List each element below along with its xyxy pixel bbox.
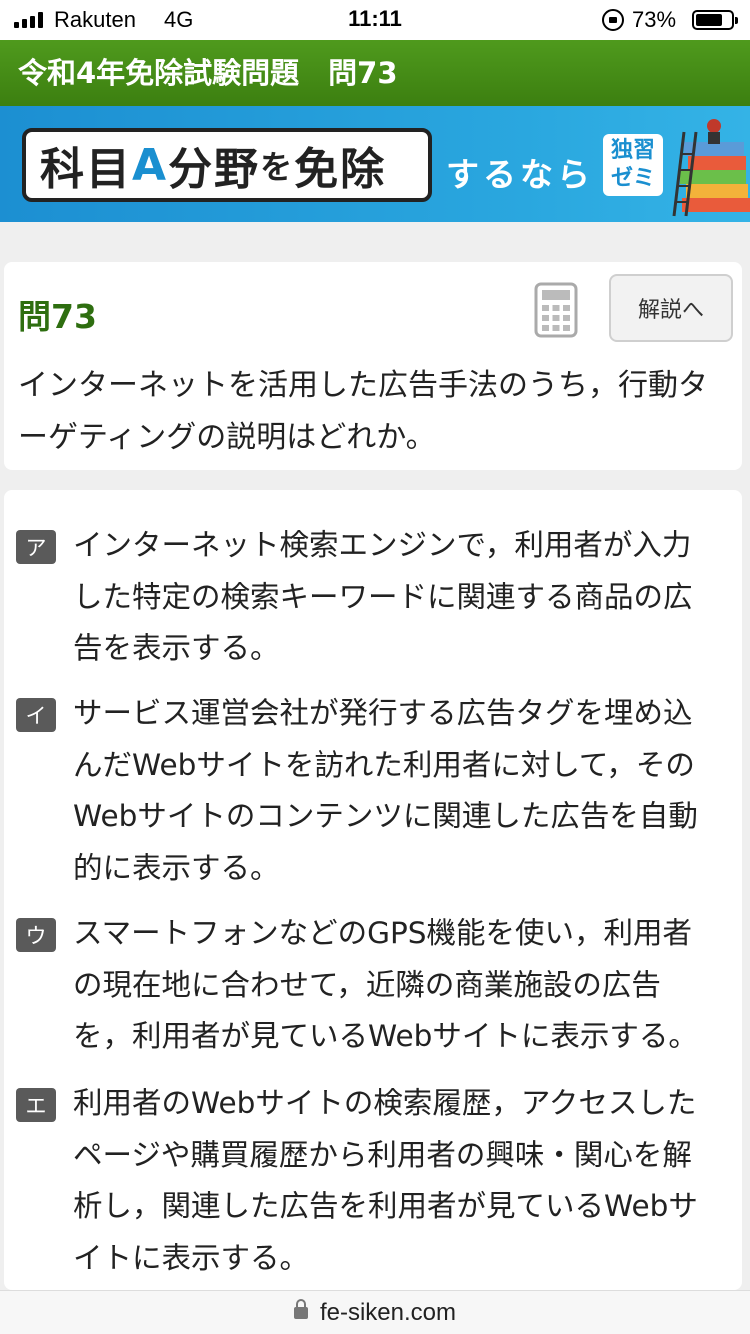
battery-icon — [692, 10, 738, 30]
choice-text: サービス運営会社が発行する広告タグを埋め込んだWebサイトを訪れた利用者に対して… — [73, 696, 698, 885]
calculator-icon[interactable] — [534, 282, 578, 338]
signal-strength-icon — [14, 12, 43, 28]
banner-text-particle: を — [260, 148, 295, 186]
page-title: 令和4年免除試験問題 問73 — [18, 56, 398, 90]
question-card: 問73 解説へ インターネットを活用した広告手法のうち，行動ターゲティングの説明… — [4, 262, 742, 470]
banner-text-part3: 免除 — [294, 144, 387, 195]
banner-badge-line1: 独習 — [610, 138, 655, 163]
choice-label: ア — [16, 530, 56, 564]
status-bar: Rakuten 4G 11:11 73% — [0, 0, 750, 40]
question-text: インターネットを活用した広告手法のうち，行動ターゲティングの説明はどれか。 — [18, 368, 708, 455]
browser-url-bar[interactable]: fe-siken.com — [0, 1290, 750, 1334]
banner-text-part1: 科目 — [40, 144, 132, 195]
banner-text-part2: 分野 — [168, 144, 261, 195]
banner-headline: 科目 A 分野を免除 — [22, 128, 432, 202]
orientation-lock-icon — [602, 9, 624, 31]
choice-label: ウ — [16, 918, 56, 952]
choice-text: スマートフォンなどのGPS機能を使い，利用者の現在地に合わせて，近隣の商業施設の… — [73, 916, 698, 1053]
banner-suffix: するなら — [446, 155, 594, 194]
banner-badge: 独習 ゼミ — [603, 134, 663, 196]
books-illustration — [672, 119, 750, 217]
banner-badge-line2: ゼミ — [610, 166, 655, 191]
explanation-button[interactable]: 解説へ — [609, 274, 733, 342]
choice-text: インターネット検索エンジンで，利用者が入力した特定の検索キーワードに関連する商品… — [73, 528, 693, 665]
page-header: 令和4年免除試験問題 問73 — [0, 40, 750, 106]
choice-label: エ — [16, 1088, 56, 1122]
battery-percent: 73% — [632, 7, 677, 32]
url-domain: fe-siken.com — [319, 1298, 457, 1326]
question-number: 問73 — [18, 297, 97, 336]
banner-text-highlight: A — [132, 139, 169, 191]
choice-text: 利用者のWebサイトの検索履歴，アクセスしたページや購買履歴から利用者の興味・関… — [73, 1086, 698, 1275]
choices-card: ア インターネット検索エンジンで，利用者が入力した特定の検索キーワードに関連する… — [4, 490, 742, 1290]
network-type: 4G — [164, 7, 194, 32]
carrier-name: Rakuten — [54, 7, 136, 32]
promo-banner[interactable]: 科目 A 分野を免除 するなら 独習 ゼミ — [0, 106, 750, 222]
lock-icon — [293, 1298, 308, 1321]
choice-label: イ — [16, 698, 56, 732]
